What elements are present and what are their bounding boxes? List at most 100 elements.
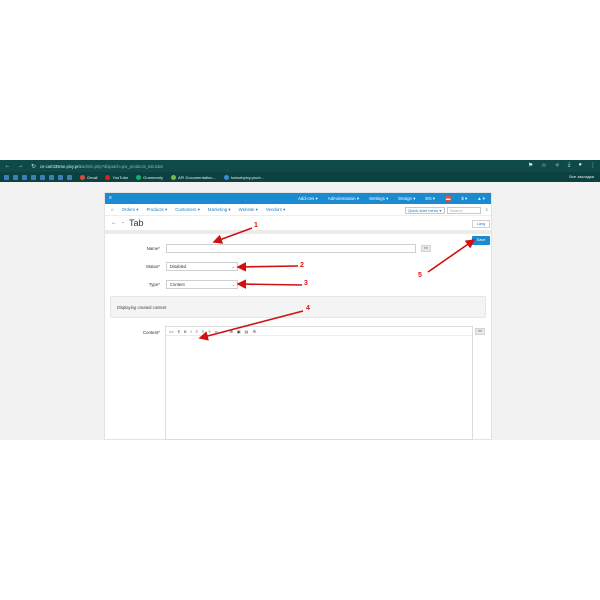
forward-icon[interactable]: → <box>17 163 24 169</box>
topbar-user[interactable]: ▲ ▾ <box>477 196 485 202</box>
content-label-text: Content <box>142 330 159 335</box>
type-select-value: Content <box>170 282 185 287</box>
list-icon[interactable]: ≡ <box>196 329 198 334</box>
status-select[interactable]: Disabled ⌄ <box>166 262 238 271</box>
rich-text-editor[interactable]: <> ¶ B I ≡ ≡ ≡ ∞ — ⊞ ▣ ▤ ⚙ <box>165 326 473 440</box>
bookmark-api-docs[interactable]: API Documentation... <box>170 174 216 180</box>
divider <box>105 230 491 234</box>
name-lang-badge[interactable]: en <box>421 245 431 252</box>
screenshot: ← → ↻ cs-cart435me.pixy.pro/admin.php?di… <box>0 160 600 440</box>
annotation-label-3: 3 <box>304 280 308 287</box>
page-title: Tab <box>129 218 144 228</box>
extensions-icon[interactable]: ✧ <box>555 162 560 169</box>
menu-marketing[interactable]: Marketing ▾ <box>208 207 231 213</box>
reload-icon[interactable]: ↻ <box>30 163 37 170</box>
bookmark-favicon[interactable] <box>58 174 63 180</box>
title-dash: - <box>122 220 124 226</box>
url-host: cs-cart435me.pixy.pro <box>40 163 81 169</box>
name-label-text: Name <box>146 246 159 251</box>
type-label: Type* <box>110 282 160 287</box>
admin-topbar: ≡ Add-ons ▾ Administration ▾ Settings ▾ … <box>105 193 491 204</box>
annotation-label-2: 2 <box>300 262 304 269</box>
table-icon[interactable]: ⊞ <box>230 329 233 334</box>
search-icon[interactable]: ⌕ <box>486 207 488 212</box>
topbar-administration[interactable]: Administration ▾ <box>328 196 359 202</box>
topbar-settings[interactable]: Settings ▾ <box>369 196 388 202</box>
annotation-label-1: 1 <box>254 222 258 229</box>
bookmark-gmail[interactable]: Gmail <box>80 174 97 180</box>
main-menu: ⌂ Orders ▾ Products ▾ Customers ▾ Market… <box>105 204 491 216</box>
bookmark-favicon[interactable] <box>13 174 18 180</box>
bookmark-label: Grammarly <box>143 174 163 180</box>
annotation-label-5: 5 <box>418 272 422 279</box>
bookmark-favicon[interactable] <box>67 174 72 180</box>
menu-icon[interactable]: ≡ <box>109 195 112 201</box>
topbar-design[interactable]: Design ▾ <box>398 196 415 202</box>
back-arrow-icon[interactable]: ← <box>111 220 117 226</box>
flag-icon[interactable]: ▬ <box>444 196 452 201</box>
youtube-icon <box>105 174 111 180</box>
bookmark-label: API Documentation... <box>177 174 216 180</box>
browser-actions: ⚑ ☆ ✧ ⤓ ● ⋮ <box>528 162 596 169</box>
info-box: Displaying created content <box>110 296 486 318</box>
address-bar[interactable]: cs-cart435me.pixy.pro/admin.php?dispatch… <box>40 162 510 170</box>
title-row: ← - Tab <box>105 216 491 230</box>
star-icon[interactable]: ☆ <box>541 162 546 169</box>
bookmark-label: YouTube <box>112 174 129 180</box>
status-label-text: Status <box>145 264 159 269</box>
ordered-list-icon[interactable]: ≡ <box>202 329 204 334</box>
link-icon[interactable]: ∞ <box>215 329 218 334</box>
topbar-addons[interactable]: Add-ons ▾ <box>298 196 318 202</box>
back-icon[interactable]: ← <box>4 163 11 169</box>
save-button[interactable]: Save <box>472 236 490 245</box>
type-label-text: Type <box>148 282 159 287</box>
menu-website[interactable]: Website ▾ <box>239 207 258 213</box>
required-mark: * <box>158 264 160 269</box>
chevron-down-icon: ⌄ <box>231 282 235 287</box>
grammarly-icon <box>136 174 142 180</box>
menu-orders[interactable]: Orders ▾ <box>122 207 139 213</box>
bold-icon[interactable]: B <box>184 329 187 334</box>
required-mark: * <box>158 330 160 335</box>
video-icon[interactable]: ▤ <box>245 329 249 334</box>
download-icon[interactable]: ⤓ <box>568 162 571 169</box>
chevron-down-icon: ⌄ <box>231 264 235 269</box>
type-select[interactable]: Content ⌄ <box>166 280 238 289</box>
menu-customers[interactable]: Customers ▾ <box>175 207 200 213</box>
bookmark-favicon[interactable] <box>31 174 36 180</box>
hr-icon[interactable]: — <box>222 329 226 334</box>
url-path: /admin.php?dispatch=pw_products_tab.tabs <box>80 163 163 169</box>
bookmark-favicon[interactable] <box>49 174 54 180</box>
settings-icon[interactable]: ⚙ <box>252 329 256 334</box>
api-docs-icon <box>170 174 176 180</box>
paragraph-icon[interactable]: ¶ <box>178 329 180 334</box>
menu-vendors[interactable]: Vendors ▾ <box>266 207 286 213</box>
editor-toolbar: <> ¶ B I ≡ ≡ ≡ ∞ — ⊞ ▣ ▤ ⚙ <box>166 327 472 336</box>
topbar-language[interactable]: EN ▾ <box>425 196 435 202</box>
bookmark-youtube[interactable]: YouTube <box>105 174 129 180</box>
content-lang-badge[interactable]: en <box>475 328 485 335</box>
italic-icon[interactable]: I <box>191 329 192 334</box>
quick-start-menu[interactable]: Quick start menu ▾ <box>405 207 445 214</box>
all-bookmarks[interactable]: Все закладки <box>569 174 594 179</box>
align-icon[interactable]: ≡ <box>208 329 210 334</box>
translate-icon[interactable]: ⚑ <box>528 162 533 169</box>
search-input[interactable]: Search <box>447 207 481 214</box>
bookmark-favicon[interactable] <box>4 174 9 180</box>
menu-products[interactable]: Products ▾ <box>147 207 168 213</box>
bookmark-grammarly[interactable]: Grammarly <box>136 174 163 180</box>
bookmark-favicon[interactable] <box>40 174 45 180</box>
name-input[interactable] <box>166 244 416 253</box>
bookmark-favicon[interactable] <box>22 174 27 180</box>
pixy-icon <box>223 174 229 180</box>
home-icon[interactable]: ⌂ <box>111 207 114 212</box>
topbar-currency[interactable]: $ ▾ <box>461 196 467 202</box>
kebab-menu-icon[interactable]: ⋮ <box>590 162 596 169</box>
profile-icon[interactable]: ● <box>578 162 582 169</box>
required-mark: * <box>158 282 160 287</box>
bookmark-pixy[interactable]: hotwebpixy.pro/e... <box>223 174 264 180</box>
lang-button[interactable]: Lang <box>472 220 490 228</box>
image-icon[interactable]: ▣ <box>237 329 241 334</box>
gmail-icon <box>80 174 85 180</box>
html-icon[interactable]: <> <box>169 329 174 334</box>
